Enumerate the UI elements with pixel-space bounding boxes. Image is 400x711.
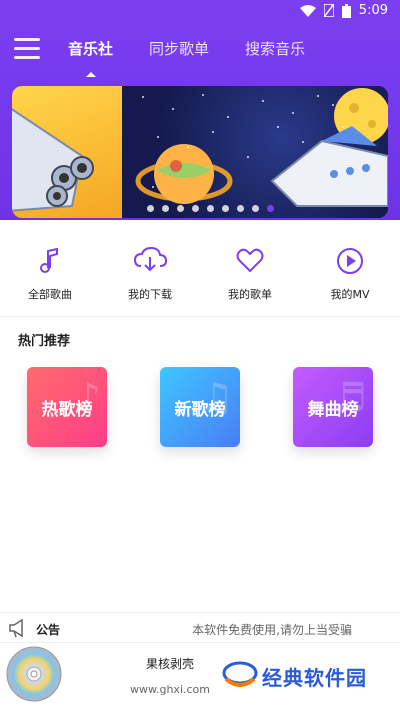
rocket-engines-image: [12, 108, 94, 212]
no-sim-icon: [323, 4, 334, 17]
song-title: 果核剥壳: [145, 657, 194, 671]
card-hot-songs-label: 热歌榜: [41, 399, 93, 420]
status-time: 5:09: [358, 3, 388, 18]
album-cd-icon[interactable]: [6, 646, 62, 702]
wifi-icon: [299, 4, 316, 17]
notice-text: 本软件免费使用,请勿上当受骗: [192, 623, 352, 637]
watermark-text: 经典软件园: [262, 665, 367, 690]
music-note-icon: [40, 247, 58, 273]
promo-banner[interactable]: [12, 86, 388, 218]
notice-bar[interactable]: 公告 本软件免费使用,请勿上当受骗: [0, 612, 400, 642]
planet-spaceship-image: [135, 88, 388, 207]
tab-bar: 音乐社 同步歌单 搜索音乐: [68, 38, 341, 59]
banner-dot[interactable]: [251, 205, 259, 212]
card-dance-songs[interactable]: ♬ 舞曲榜: [293, 367, 373, 447]
banner-space-panel: [122, 86, 388, 218]
star: [292, 112, 294, 114]
star: [277, 126, 279, 128]
notice-title: 公告: [36, 623, 61, 637]
quick-my-playlists[interactable]: 我的歌单: [200, 246, 300, 306]
quick-entry-row: 全部歌曲 我的下载 我的歌单 我的MV: [0, 246, 400, 306]
quick-all-songs-label: 全部歌曲: [28, 288, 72, 301]
status-bar: 5:09: [0, 0, 400, 24]
logo-icon: [222, 661, 258, 687]
mini-player[interactable]: 果核剥壳 www.ghxi.com 经典软件园: [0, 642, 400, 711]
tab-music-club[interactable]: 音乐社: [68, 38, 113, 59]
quick-all-songs[interactable]: 全部歌曲: [0, 246, 100, 306]
song-artist: www.ghxi.com: [130, 683, 210, 696]
play-circle-icon: [337, 248, 363, 274]
star: [152, 186, 154, 188]
star: [212, 131, 214, 133]
tab-search-music[interactable]: 搜索音乐: [245, 38, 305, 59]
star: [332, 104, 334, 106]
banner-yellow-panel: [12, 86, 122, 218]
banner-dot[interactable]: [266, 205, 274, 212]
topbar: 音乐社 同步歌单 搜索音乐: [0, 34, 400, 74]
quick-my-downloads[interactable]: 我的下载: [100, 246, 200, 306]
section-title-hot: 热门推荐: [18, 334, 71, 349]
star: [302, 141, 304, 143]
megaphone-icon: [8, 618, 30, 642]
star: [157, 136, 159, 138]
hamburger-menu-icon[interactable]: [14, 38, 40, 64]
card-hot-songs[interactable]: ♪ 热歌榜: [27, 367, 107, 447]
star: [172, 108, 174, 110]
star: [187, 146, 189, 148]
tab-sync-playlist[interactable]: 同步歌单: [149, 38, 209, 59]
star: [262, 100, 264, 102]
card-new-songs[interactable]: ♫ 新歌榜: [160, 367, 240, 447]
quick-my-downloads-label: 我的下载: [128, 288, 172, 301]
banner-dot[interactable]: [221, 205, 229, 212]
cloud-download-icon: [133, 246, 167, 272]
banner-dot[interactable]: [176, 205, 184, 212]
quick-my-mv[interactable]: 我的MV: [300, 246, 400, 306]
banner-dot[interactable]: [191, 205, 199, 212]
banner-dot[interactable]: [206, 205, 214, 212]
banner-pagination: [122, 205, 298, 212]
quick-my-mv-label: 我的MV: [330, 288, 370, 301]
heart-icon: [236, 248, 264, 273]
card-new-songs-label: 新歌榜: [174, 399, 226, 420]
battery-icon: [341, 3, 351, 18]
star: [317, 95, 319, 97]
star: [142, 96, 144, 98]
banner-dot[interactable]: [236, 205, 244, 212]
watermark-logo: 经典软件园: [222, 661, 367, 691]
star: [202, 94, 204, 96]
banner-dot[interactable]: [161, 205, 169, 212]
banner-dot[interactable]: [146, 205, 154, 212]
divider: [0, 316, 400, 317]
card-dance-songs-label: 舞曲榜: [307, 399, 359, 420]
star: [227, 116, 229, 118]
star: [342, 126, 344, 128]
quick-my-playlists-label: 我的歌单: [228, 288, 272, 301]
star: [247, 156, 249, 158]
